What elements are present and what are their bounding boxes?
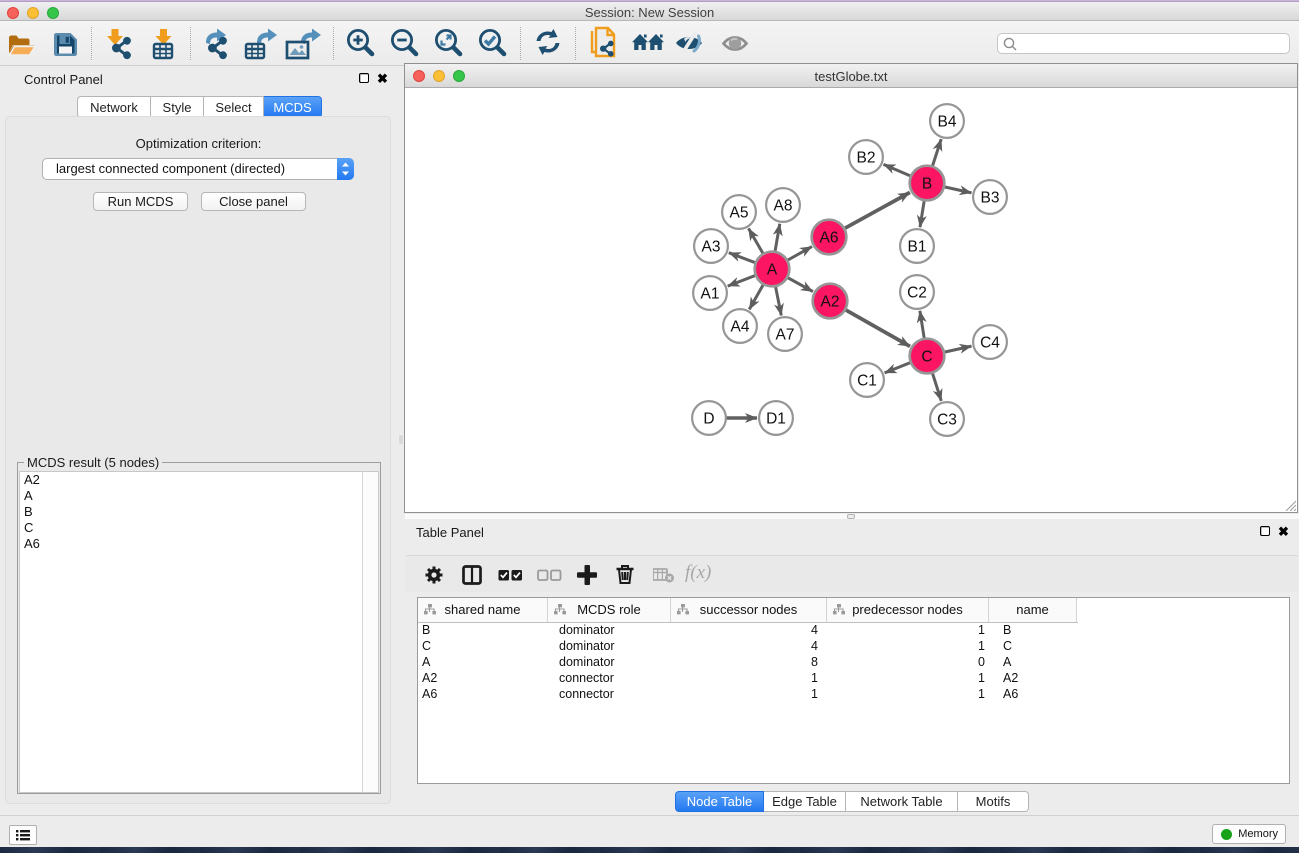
- svg-text:A5: A5: [730, 205, 749, 222]
- svg-text:A4: A4: [731, 319, 750, 336]
- svg-text:A1: A1: [701, 286, 720, 303]
- svg-text:A7: A7: [776, 327, 795, 344]
- svg-text:A3: A3: [702, 239, 721, 256]
- svg-text:B4: B4: [938, 114, 957, 131]
- svg-text:C: C: [921, 349, 932, 366]
- svg-text:A2: A2: [821, 294, 840, 311]
- svg-text:D1: D1: [766, 411, 786, 428]
- svg-text:f(x): f(x): [685, 562, 711, 583]
- svg-text:A6: A6: [820, 230, 839, 247]
- svg-text:A: A: [767, 262, 778, 279]
- svg-text:D: D: [703, 411, 714, 428]
- svg-text:B: B: [922, 176, 932, 193]
- svg-text:C3: C3: [937, 412, 957, 429]
- svg-text:C2: C2: [907, 285, 927, 302]
- svg-text:A8: A8: [774, 198, 793, 215]
- svg-text:B2: B2: [857, 150, 876, 167]
- svg-text:C1: C1: [857, 373, 877, 390]
- svg-text:C4: C4: [980, 335, 1000, 352]
- svg-text:B3: B3: [981, 190, 1000, 207]
- svg-text:B1: B1: [908, 239, 927, 256]
